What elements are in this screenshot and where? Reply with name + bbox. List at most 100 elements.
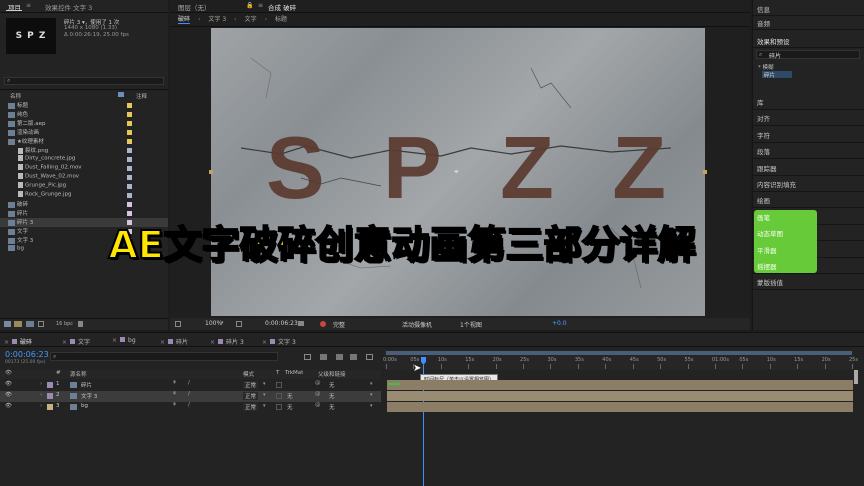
- layer-name[interactable]: bg: [81, 403, 88, 409]
- col-source-name[interactable]: 源名称: [70, 370, 87, 378]
- layer-row[interactable]: 👁 › 3 bg ⚘ / 正常 ▾ 无 @ 无 ▾: [0, 402, 381, 413]
- interpret-footage-icon[interactable]: [4, 321, 11, 327]
- right-panel-item[interactable]: 绘画: [757, 195, 770, 205]
- label-color-chip[interactable]: [127, 121, 132, 126]
- layer-mode-dropdown[interactable]: 正常: [243, 392, 259, 400]
- close-icon[interactable]: ×: [4, 339, 9, 346]
- handle-left[interactable]: [209, 170, 213, 174]
- keyframe-marker[interactable]: [388, 383, 400, 385]
- timeline-tab[interactable]: × 碎片 3: [210, 337, 244, 346]
- label-color-chip[interactable]: [127, 166, 132, 171]
- project-item[interactable]: 纯色: [0, 110, 168, 119]
- shy-switch-icon[interactable]: ⚘: [172, 391, 177, 397]
- col-label-header[interactable]: 注释: [136, 92, 147, 100]
- project-item[interactable]: 标题: [0, 101, 168, 110]
- project-settings-icon[interactable]: [38, 321, 44, 327]
- label-color-chip[interactable]: [127, 139, 132, 144]
- right-panel-item[interactable]: 蒙版插值: [757, 277, 783, 287]
- label-color-chip[interactable]: [127, 184, 132, 189]
- project-item[interactable]: 破碎: [0, 200, 168, 209]
- channel-icon[interactable]: [320, 321, 326, 327]
- shy-switch-icon[interactable]: ⚘: [172, 402, 177, 408]
- expand-chevron-icon[interactable]: ›: [40, 403, 42, 409]
- anchor-point-icon[interactable]: ⌖: [454, 167, 459, 177]
- layer-duration-bar[interactable]: [387, 402, 853, 412]
- breadcrumb-item[interactable]: 标题: [275, 14, 287, 23]
- visibility-eye-icon[interactable]: 👁: [5, 381, 12, 387]
- label-color-chip[interactable]: [127, 112, 132, 117]
- parent-dropdown[interactable]: 无: [329, 392, 335, 400]
- comp-flowchart-icon[interactable]: [304, 354, 311, 360]
- right-panel-tab[interactable]: 音频: [757, 18, 770, 28]
- handle-right[interactable]: [703, 170, 707, 174]
- preset-group[interactable]: * 模糊: [758, 63, 774, 71]
- project-item[interactable]: Rock_Grunge.jpg: [0, 191, 168, 200]
- effects-search-input[interactable]: ⌕ 碎片: [756, 50, 860, 60]
- quality-switch-icon[interactable]: /: [188, 380, 190, 386]
- right-panel-item[interactable]: 字符: [757, 130, 770, 140]
- work-area-bar[interactable]: [386, 351, 852, 355]
- views-dropdown[interactable]: 1个视图: [460, 320, 482, 329]
- close-icon[interactable]: ×: [262, 339, 267, 346]
- layer-duration-bar[interactable]: [387, 380, 853, 390]
- layer-name[interactable]: 文字 3: [81, 392, 97, 400]
- quality-dropdown[interactable]: 完整: [333, 320, 345, 329]
- preserve-transparency-box[interactable]: [276, 393, 282, 399]
- project-item[interactable]: 裂纹.png: [0, 146, 168, 155]
- label-icon[interactable]: [118, 92, 124, 97]
- shy-switch-icon[interactable]: ⚘: [172, 380, 177, 386]
- tab-effects-controls[interactable]: 效果控件 文字 3: [45, 2, 92, 12]
- label-color-chip[interactable]: [127, 175, 132, 180]
- graph-editor-icon[interactable]: [366, 354, 373, 360]
- always-preview-icon[interactable]: [175, 321, 181, 327]
- current-time-display[interactable]: 0:00:06:23: [265, 320, 298, 327]
- right-panel-item[interactable]: 跟踪器: [757, 163, 777, 173]
- timeline-tab[interactable]: × bg: [112, 337, 136, 344]
- label-color-chip[interactable]: [127, 148, 132, 153]
- layer-label-chip[interactable]: [47, 393, 53, 399]
- right-panel-item[interactable]: 画笔: [757, 212, 770, 222]
- layer-search-input[interactable]: ⌕: [50, 352, 278, 361]
- menu-icon[interactable]: ≡: [26, 2, 31, 9]
- close-icon[interactable]: ×: [62, 339, 67, 346]
- breadcrumb-item[interactable]: 文字 3: [208, 14, 226, 23]
- breadcrumb-item[interactable]: 文字: [245, 14, 257, 23]
- trkmat-dropdown[interactable]: 无: [287, 403, 293, 411]
- project-search-input[interactable]: ⌕: [4, 77, 164, 85]
- right-panel-item[interactable]: 动态草图: [757, 228, 783, 238]
- layer-duration-bar[interactable]: [387, 391, 853, 401]
- col-trkmat[interactable]: TrkMat: [285, 370, 303, 376]
- layer-name[interactable]: 碎片: [81, 381, 92, 389]
- label-color-chip[interactable]: [127, 103, 132, 108]
- pickwhip-icon[interactable]: @: [315, 402, 321, 408]
- col-mode[interactable]: 模式: [243, 370, 254, 378]
- quality-switch-icon[interactable]: /: [188, 402, 190, 408]
- preserve-transparency-box[interactable]: [276, 404, 282, 410]
- timeline-timecode[interactable]: 0:00:06:23: [5, 350, 49, 359]
- visibility-eye-icon[interactable]: 👁: [5, 392, 12, 398]
- camera-dropdown[interactable]: 活动摄像机: [402, 320, 432, 329]
- zoom-dropdown[interactable]: 100%: [205, 320, 222, 327]
- layer-mode-dropdown[interactable]: 正常: [243, 381, 259, 389]
- snapshot-icon[interactable]: [298, 321, 304, 326]
- layer-row[interactable]: 👁 › 1 碎片 ⚘ / 正常 ▾ @ 无 ▾: [0, 380, 381, 391]
- label-color-chip[interactable]: [127, 157, 132, 162]
- visibility-eye-icon[interactable]: 👁: [5, 403, 12, 409]
- project-item[interactable]: Dirty_concrete.jpg: [0, 155, 168, 164]
- shy-icon[interactable]: [336, 354, 343, 360]
- new-comp-icon[interactable]: [26, 321, 34, 327]
- parent-dropdown[interactable]: 无: [329, 403, 335, 411]
- label-color-chip[interactable]: [127, 193, 132, 198]
- right-panel-item[interactable]: 平滑器: [757, 245, 777, 255]
- project-item[interactable]: Dust_Falling_02.mov: [0, 164, 168, 173]
- bpc-label[interactable]: 16 bpc: [56, 321, 73, 327]
- project-item[interactable]: 渲染动画: [0, 128, 168, 137]
- timeline-tab[interactable]: × 文字: [62, 337, 90, 346]
- col-name-header[interactable]: 名称: [10, 92, 21, 100]
- draft3d-icon[interactable]: [320, 354, 327, 360]
- layer-row[interactable]: 👁 › 2 文字 3 ⚘ / 正常 ▾ 无 @ 无 ▾: [0, 391, 381, 402]
- pickwhip-icon[interactable]: @: [315, 391, 321, 397]
- project-item[interactable]: Dust_Wave_02.mov: [0, 173, 168, 182]
- breadcrumb-item[interactable]: 破碎: [178, 14, 191, 24]
- right-panel-item[interactable]: 库: [757, 97, 764, 107]
